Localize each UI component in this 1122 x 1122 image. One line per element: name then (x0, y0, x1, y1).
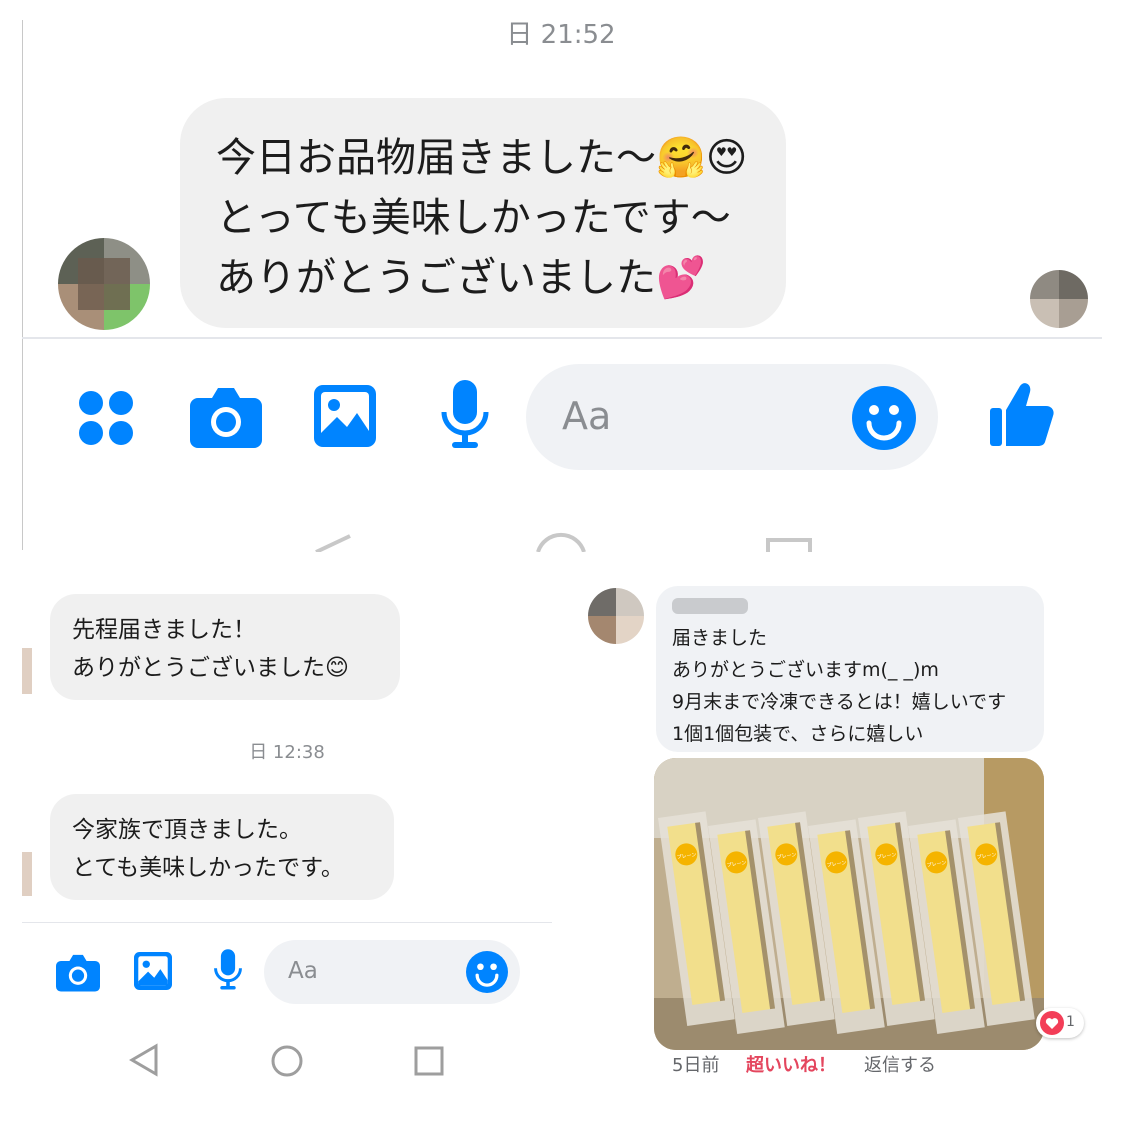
message-line: ありがとうございました💕 (216, 255, 706, 301)
comment-line: ありがとうございますm(_ _)m (672, 659, 939, 681)
composer-divider (22, 337, 1102, 339)
message-line: 先程届きました！ (72, 617, 256, 643)
gallery-icon[interactable] (314, 385, 376, 447)
cheesecake-photo-illustration: プレーンプレーンプレーンプレーンプレーンプレーンプレーン (654, 758, 1044, 1050)
panel-border (22, 20, 23, 550)
recents-icon[interactable] (414, 1046, 444, 1076)
camera-icon[interactable] (56, 952, 100, 992)
message-timestamp: 日 12:38 (249, 742, 325, 763)
message-line: 今家族で頂きました。 (72, 817, 302, 843)
thumbs-up-icon[interactable] (988, 380, 1056, 448)
heart-reaction-icon (1040, 1011, 1064, 1035)
message-line: ありがとうございました😊 (72, 655, 349, 681)
commenter-name-blurred[interactable] (672, 598, 748, 614)
super-like-link[interactable]: 超いいね！ (746, 1051, 836, 1077)
apps-icon[interactable] (76, 388, 136, 448)
back-icon[interactable] (128, 1042, 160, 1078)
reply-link[interactable]: 返信する (864, 1051, 936, 1077)
emoji-icon[interactable] (466, 951, 508, 993)
sender-avatar[interactable] (58, 238, 150, 330)
emoji-icon[interactable] (852, 386, 916, 450)
comment-line: 届きました (672, 627, 768, 649)
message-line: とっても美味しかったです〜 (216, 195, 731, 241)
commenter-avatar[interactable] (588, 588, 644, 644)
comment-photo[interactable]: プレーン プレーン プレーン プレーン プレーン プレーン プレーン (654, 758, 1044, 1050)
message-timestamp: 日 21:52 (506, 20, 616, 50)
reaction-count: 1 (1066, 1014, 1075, 1030)
sender-avatar-partial[interactable] (22, 648, 32, 694)
home-icon[interactable] (270, 1044, 304, 1078)
messenger-chat-large: 日 21:52 今日お品物届きました〜🤗😍 とっても美味しかったです〜 ありがと… (0, 0, 1122, 552)
read-receipt-avatar (1030, 270, 1088, 328)
system-nav-cut (315, 532, 812, 552)
sender-avatar-partial[interactable] (22, 852, 32, 896)
message-line: 今日お品物届きました〜🤗😍 (216, 135, 748, 181)
composer-divider (22, 922, 552, 923)
camera-icon[interactable] (190, 384, 262, 448)
reaction-badge[interactable] (1036, 1008, 1084, 1038)
message-input-placeholder: Aa (562, 394, 612, 438)
message-input-placeholder: Aa (288, 958, 318, 984)
comment-time: 5日前 (672, 1055, 720, 1076)
comment-line: 9月末まで冷凍できるとは！嬉しいです (672, 691, 1007, 713)
message-line: とても美味しかったです。 (72, 855, 344, 881)
gallery-icon[interactable] (134, 952, 172, 990)
comment-line: 1個1個包装で、さらに嬉しい (672, 723, 924, 745)
microphone-icon[interactable] (438, 380, 492, 450)
microphone-icon[interactable] (212, 948, 244, 992)
